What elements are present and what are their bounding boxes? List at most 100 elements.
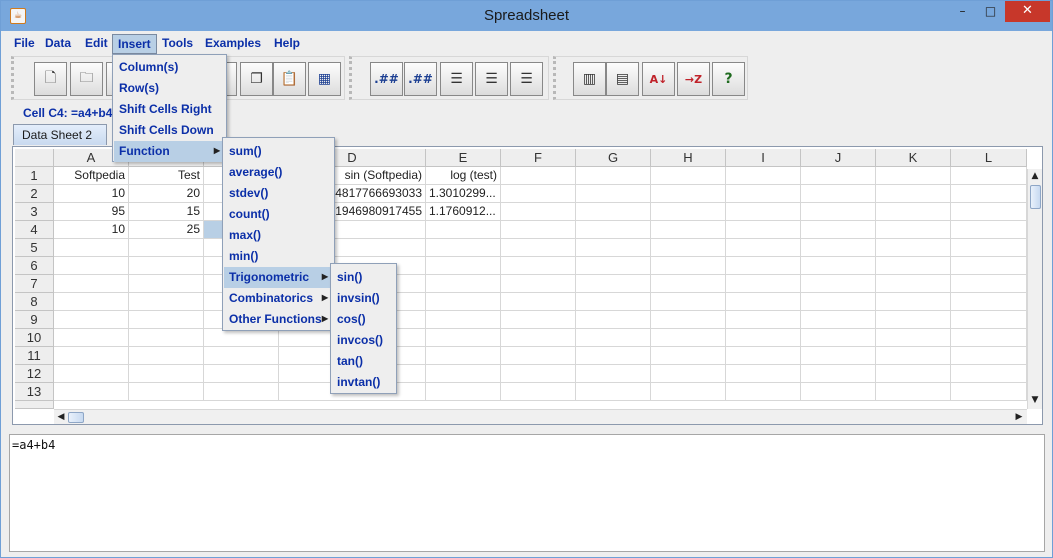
horizontal-scroll-thumb[interactable] [68,412,84,423]
empty-cell[interactable] [726,329,801,347]
close-button[interactable]: ✕ [1005,1,1050,22]
empty-cell[interactable] [726,167,801,185]
empty-cell[interactable] [726,257,801,275]
row-header[interactable]: 11 [15,347,54,365]
empty-cell[interactable] [576,383,651,401]
new-document-icon[interactable]: 🗋 [34,62,67,96]
empty-cell[interactable] [501,203,576,221]
menu-item-other-functions[interactable]: Other Functions ▶ [224,309,333,330]
menu-item-invcos[interactable]: invcos() [332,330,395,351]
empty-cell[interactable] [951,167,1027,185]
column-header[interactable]: I [726,149,801,167]
cell-e2[interactable]: 1.3010299... [426,185,501,203]
cell-a1[interactable]: Softpedia [54,167,129,185]
empty-cell[interactable] [204,329,279,347]
maximize-button[interactable]: □ [977,1,1004,22]
empty-cell[interactable] [951,311,1027,329]
row-header[interactable]: 10 [15,329,54,347]
align-center-icon[interactable]: ☰ [475,62,508,96]
column-header[interactable]: F [501,149,576,167]
cell-e3[interactable]: 1.1760912... [426,203,501,221]
empty-cell[interactable] [651,275,726,293]
empty-cell[interactable] [54,293,129,311]
scroll-up-icon[interactable]: ▲ [1028,169,1042,183]
empty-cell[interactable] [129,257,204,275]
empty-cell[interactable] [204,365,279,383]
empty-cell[interactable] [801,383,876,401]
empty-cell[interactable] [501,257,576,275]
scroll-left-icon[interactable]: ◀ [54,410,68,424]
empty-cell[interactable] [576,275,651,293]
empty-cell[interactable] [951,293,1027,311]
empty-cell[interactable] [651,239,726,257]
empty-cell[interactable] [651,347,726,365]
menu-item-combinatorics[interactable]: Combinatorics ▶ [224,288,333,309]
empty-cell[interactable] [576,347,651,365]
cell-a3[interactable]: 95 [54,203,129,221]
menu-item-cos[interactable]: cos() [332,309,395,330]
menu-item-tan[interactable]: tan() [332,351,395,372]
empty-cell[interactable] [501,167,576,185]
row-header[interactable]: 2 [15,185,54,203]
empty-cell[interactable] [876,167,951,185]
empty-cell[interactable] [951,275,1027,293]
empty-cell[interactable] [576,311,651,329]
vertical-scrollbar[interactable]: ▲ ▼ [1027,169,1042,409]
empty-cell[interactable] [651,329,726,347]
empty-cell[interactable] [501,221,576,239]
menu-edit[interactable]: Edit [80,34,113,54]
empty-cell[interactable] [651,257,726,275]
row-header[interactable]: 3 [15,203,54,221]
empty-cell[interactable] [54,347,129,365]
empty-cell[interactable] [576,293,651,311]
empty-cell[interactable] [651,221,726,239]
empty-cell[interactable] [129,311,204,329]
cell-b2[interactable]: 20 [129,185,204,203]
empty-cell[interactable] [876,365,951,383]
empty-cell[interactable] [129,293,204,311]
empty-cell[interactable] [801,365,876,383]
empty-cell[interactable] [129,365,204,383]
empty-cell[interactable] [801,167,876,185]
menu-help[interactable]: Help [269,34,305,54]
empty-cell[interactable] [501,365,576,383]
empty-cell[interactable] [726,293,801,311]
empty-cell[interactable] [951,257,1027,275]
empty-cell[interactable] [876,257,951,275]
empty-cell[interactable] [54,275,129,293]
column-header[interactable]: L [951,149,1027,167]
empty-cell[interactable] [501,185,576,203]
column-header[interactable]: H [651,149,726,167]
empty-cell[interactable] [204,347,279,365]
empty-cell[interactable] [426,293,501,311]
empty-cell[interactable] [951,185,1027,203]
empty-cell[interactable] [951,365,1027,383]
horizontal-scrollbar[interactable]: ◀ ▶ [54,409,1027,424]
scroll-down-icon[interactable]: ▼ [1028,393,1042,407]
empty-cell[interactable] [876,329,951,347]
empty-cell[interactable] [426,347,501,365]
empty-cell[interactable] [501,239,576,257]
menu-item-min[interactable]: min() [224,246,333,267]
sheet-grid-icon[interactable]: ▦ [308,62,341,96]
decrease-decimal-icon[interactable]: .## [370,62,403,96]
menu-item-invsin[interactable]: invsin() [332,288,395,309]
empty-cell[interactable] [801,185,876,203]
menu-item-function[interactable]: Function ▶ [114,141,225,162]
empty-cell[interactable] [576,257,651,275]
menu-item-sin[interactable]: sin() [332,267,395,288]
empty-cell[interactable] [876,275,951,293]
empty-cell[interactable] [129,275,204,293]
empty-cell[interactable] [726,203,801,221]
empty-cell[interactable] [501,311,576,329]
empty-cell[interactable] [501,383,576,401]
menu-file[interactable]: File [9,34,40,54]
empty-cell[interactable] [651,293,726,311]
cell-b4[interactable]: 25 [129,221,204,239]
cell-b1[interactable]: Test [129,167,204,185]
empty-cell[interactable] [54,257,129,275]
empty-cell[interactable] [801,239,876,257]
menu-item-columns[interactable]: Column(s) [114,57,225,78]
insert-row-icon[interactable]: ▤ [606,62,639,96]
menu-examples[interactable]: Examples [200,34,266,54]
